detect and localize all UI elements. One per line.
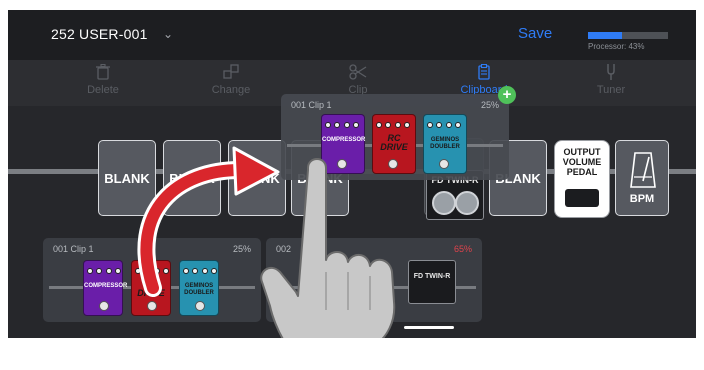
- app-window: 252 USER-001 ⌄ Save Processor: 43% Delet…: [8, 10, 696, 338]
- hand-pointer-icon: [260, 158, 396, 338]
- drag-arrow-icon: [137, 161, 249, 297]
- gesture-overlay: [137, 146, 396, 338]
